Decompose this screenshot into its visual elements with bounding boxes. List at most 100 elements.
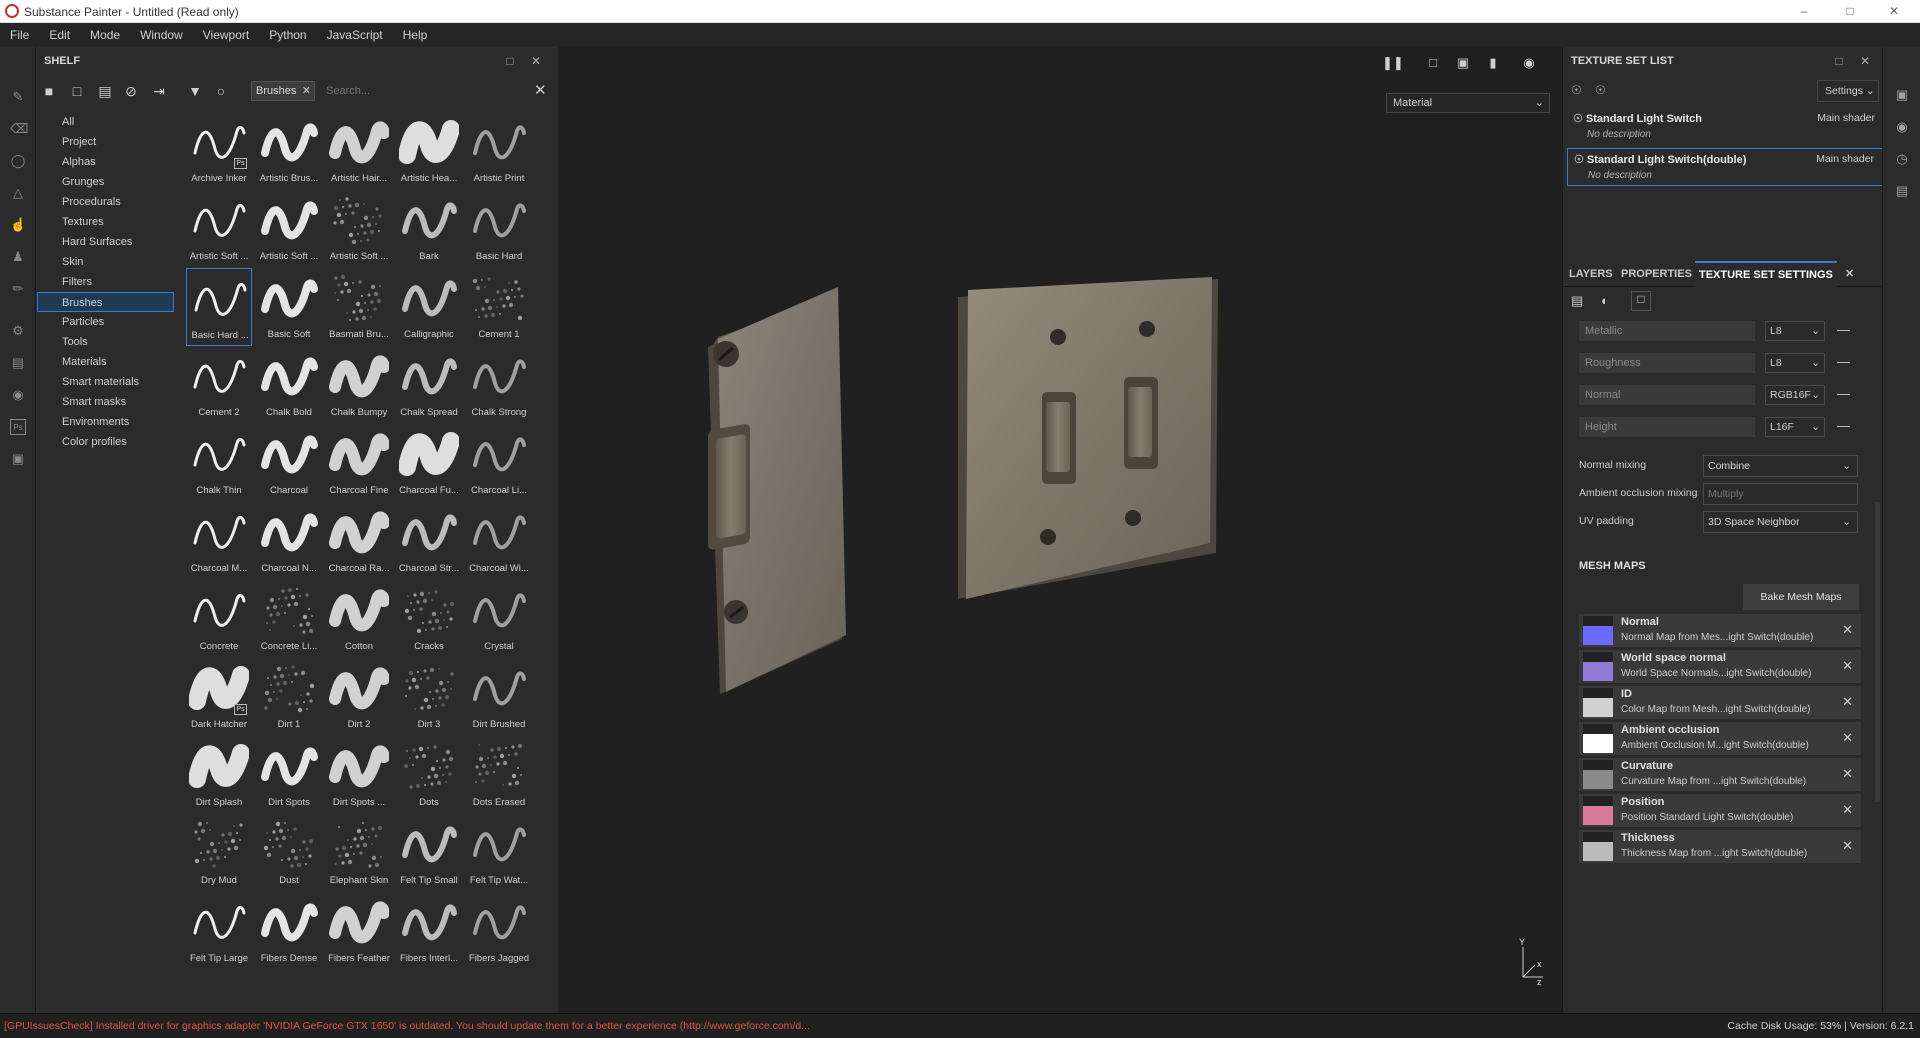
brush-item[interactable]: Artistic Soft ... — [256, 190, 322, 268]
brush-item[interactable]: Chalk Strong — [466, 346, 532, 424]
brush-item[interactable]: Artistic Soft ... — [186, 190, 252, 268]
mesh-map-item[interactable]: Normal Normal Map from Mes...ight Switch(… — [1579, 614, 1861, 647]
panel-scrollbar[interactable] — [1875, 502, 1880, 802]
menu-viewport[interactable]: Viewport — [193, 23, 259, 47]
category-item[interactable]: Alphas — [36, 152, 174, 172]
brush-item[interactable]: Cement 2 — [186, 346, 252, 424]
brush-item[interactable]: Chalk Bold — [256, 346, 322, 424]
category-item[interactable]: Textures — [36, 212, 174, 232]
brush-item[interactable]: Felt Tip Small — [396, 814, 462, 892]
shader-ball-icon[interactable]: ◐ — [1601, 293, 1609, 308]
export-icon[interactable]: ▤ — [10, 355, 26, 371]
menu-window[interactable]: Window — [130, 23, 193, 47]
shader-settings-icon[interactable]: ◉ — [1894, 119, 1910, 135]
brush-item[interactable]: Concrete Li... — [256, 580, 322, 658]
filter-icon[interactable]: ▼ — [186, 82, 204, 100]
texture-set-shader[interactable]: Main shader — [1817, 112, 1875, 124]
color-picker-icon[interactable]: ✏ — [10, 281, 26, 297]
clear-search-icon[interactable]: ✕ — [534, 81, 547, 99]
brush-item[interactable]: Elephant Skin — [326, 814, 392, 892]
list-view-icon[interactable]: ▤ — [96, 82, 114, 100]
clear-map-icon[interactable]: ✕ — [1842, 766, 1853, 782]
mesh-map-item[interactable]: World space normal World Space Normals...… — [1579, 650, 1861, 683]
bake-mesh-maps-button[interactable]: Bake Mesh Maps — [1743, 584, 1859, 610]
brush-item[interactable]: Artistic Brus... — [256, 112, 322, 190]
brush-item[interactable]: Artistic Hair... — [326, 112, 392, 190]
brush-item[interactable]: Cracks — [396, 580, 462, 658]
new-resource-icon[interactable]: □ — [68, 82, 86, 100]
category-item[interactable]: Brushes — [37, 292, 174, 312]
clear-map-icon[interactable]: ✕ — [1842, 622, 1853, 638]
menu-edit[interactable]: Edit — [39, 23, 80, 47]
bake-settings-icon[interactable]: ⚙ — [10, 323, 26, 339]
brush-item[interactable]: Chalk Spread — [396, 346, 462, 424]
brush-item[interactable]: Cotton — [326, 580, 392, 658]
category-item[interactable]: Skin — [36, 252, 174, 272]
mesh-map-item[interactable]: ID Color Map from Mesh...ight Switch(doub… — [1579, 686, 1861, 719]
brush-item[interactable]: Charcoal Fine — [326, 424, 392, 502]
brush-item[interactable]: Artistic Soft ... — [326, 190, 392, 268]
eye-icon[interactable]: ☉ — [1573, 113, 1583, 125]
eye-icon[interactable]: ☉ — [1595, 83, 1606, 97]
clone-stamp-icon[interactable]: ♟ — [10, 249, 26, 265]
category-item[interactable]: Hard Surfaces — [36, 232, 174, 252]
brush-item[interactable]: Crystal — [466, 580, 532, 658]
brush-item[interactable]: Fibers Dense — [256, 892, 322, 970]
video-camera-icon[interactable]: ▮ — [1484, 55, 1502, 71]
remove-channel-icon[interactable]: — — [1837, 353, 1850, 371]
brush-item[interactable]: Basmati Bru... — [326, 268, 392, 346]
channel-format-select[interactable]: L8 ⌄ — [1765, 321, 1825, 341]
brush-item[interactable]: Cement 1 — [466, 268, 532, 346]
clear-map-icon[interactable]: ✕ — [1842, 838, 1853, 854]
texture-set-item[interactable]: ☉ Standard Light Switch No description Ma… — [1567, 108, 1883, 145]
brush-item[interactable]: Charcoal Li... — [466, 424, 532, 502]
mesh-map-item[interactable]: Ambient occlusion Ambient Occlusion M...i… — [1579, 722, 1861, 755]
category-item[interactable]: Color profiles — [36, 432, 174, 452]
brush-item[interactable]: Artistic Hea... — [396, 112, 462, 190]
polygon-fill-icon[interactable]: △ — [10, 185, 26, 201]
brush-item[interactable]: Fibers Jagged — [466, 892, 532, 970]
close-window-icon[interactable]: ✕ — [1880, 2, 1908, 20]
brush-item[interactable]: Dirt 3 — [396, 658, 462, 736]
brush-item[interactable]: Fibers Feather — [326, 892, 392, 970]
texture-set-shader[interactable]: Main shader — [1816, 153, 1874, 165]
brush-item[interactable]: Dirt Spots — [256, 736, 322, 814]
brush-item[interactable]: Charcoal Ra... — [326, 502, 392, 580]
brush-item[interactable]: Charcoal N... — [256, 502, 322, 580]
clear-map-icon[interactable]: ✕ — [1842, 730, 1853, 746]
category-item[interactable]: Grunges — [36, 172, 174, 192]
saved-search-icon[interactable]: ○ — [212, 82, 230, 100]
brush-item[interactable]: Basic Soft — [256, 268, 322, 346]
float-panel-icon[interactable]: □ — [1831, 53, 1847, 69]
history-icon[interactable]: ◷ — [1894, 151, 1910, 167]
brush-item[interactable]: Dirt 1 — [256, 658, 322, 736]
plugin-icon[interactable]: ◉ — [10, 387, 26, 403]
brush-item[interactable]: Chalk Bumpy — [326, 346, 392, 424]
hide-icon[interactable]: ⊘ — [122, 82, 140, 100]
folder-icon[interactable]: ■ — [40, 82, 58, 100]
screenshot-camera-icon[interactable]: ◉ — [1520, 55, 1538, 71]
menu-file[interactable]: File — [0, 23, 39, 47]
eraser-icon[interactable]: ⌫ — [10, 121, 28, 137]
brush-item[interactable]: Basic Hard ... — [186, 268, 252, 346]
cube-icon[interactable]: ▣ — [1454, 55, 1472, 71]
channel-format-select[interactable]: RGB16F ⌄ — [1765, 385, 1825, 405]
brush-item[interactable]: Dry Mud — [186, 814, 252, 892]
brush-item[interactable]: Dirt Spots ... — [326, 736, 392, 814]
status-message[interactable]: [GPUIssuesCheck] Installed driver for gr… — [4, 1020, 810, 1032]
ao-mixing-select[interactable]: Multiply — [1703, 483, 1858, 505]
brush-item[interactable]: Dots Erased — [466, 736, 532, 814]
photoshop-icon[interactable]: Ps — [10, 419, 26, 435]
brush-item[interactable]: Bark — [396, 190, 462, 268]
tab-properties[interactable]: PROPERTIES — [1617, 261, 1696, 287]
channels-icon[interactable]: ▤ — [1571, 293, 1583, 309]
brush-item[interactable]: Dirt Splash — [186, 736, 252, 814]
pause-icon[interactable]: ❚❚ — [1382, 55, 1404, 71]
screenshot-icon[interactable]: ▣ — [10, 451, 26, 467]
category-item[interactable]: Tools — [36, 332, 174, 352]
category-item[interactable]: Particles — [36, 312, 174, 332]
normal-mixing-select[interactable]: Combine ⌄ — [1703, 455, 1858, 477]
filter-tag-brushes[interactable]: Brushes ✕ — [251, 81, 315, 101]
log-icon[interactable]: ▤ — [1894, 183, 1910, 199]
clear-map-icon[interactable]: ✕ — [1842, 802, 1853, 818]
